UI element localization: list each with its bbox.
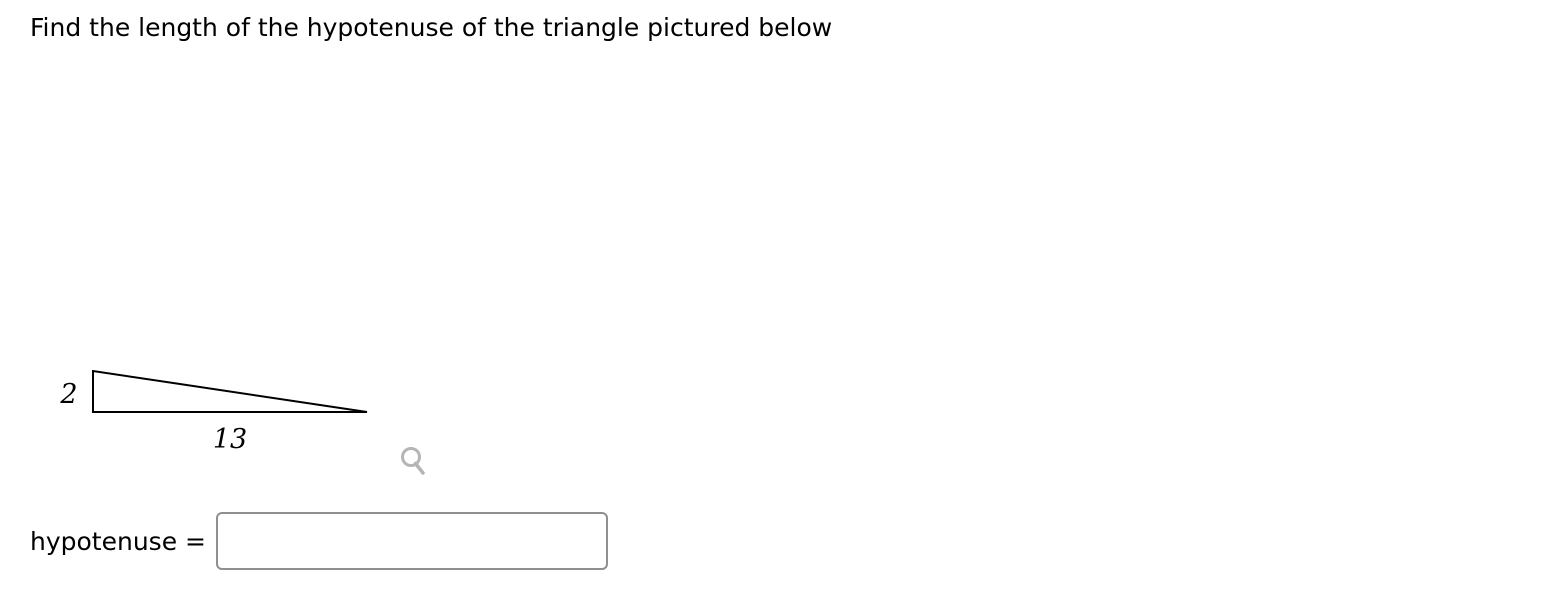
triangle-figure: 2 13	[0, 0, 480, 500]
magnifier-icon[interactable]	[394, 442, 430, 478]
horizontal-side-label: 13	[213, 424, 247, 455]
right-triangle-shape	[92, 369, 368, 413]
hypotenuse-label: hypotenuse =	[30, 526, 206, 556]
triangle-diagram: 2 13	[59, 369, 368, 455]
vertical-side-label: 2	[59, 379, 77, 410]
hypotenuse-input[interactable]	[215, 512, 608, 570]
answer-row: hypotenuse =	[30, 510, 608, 572]
